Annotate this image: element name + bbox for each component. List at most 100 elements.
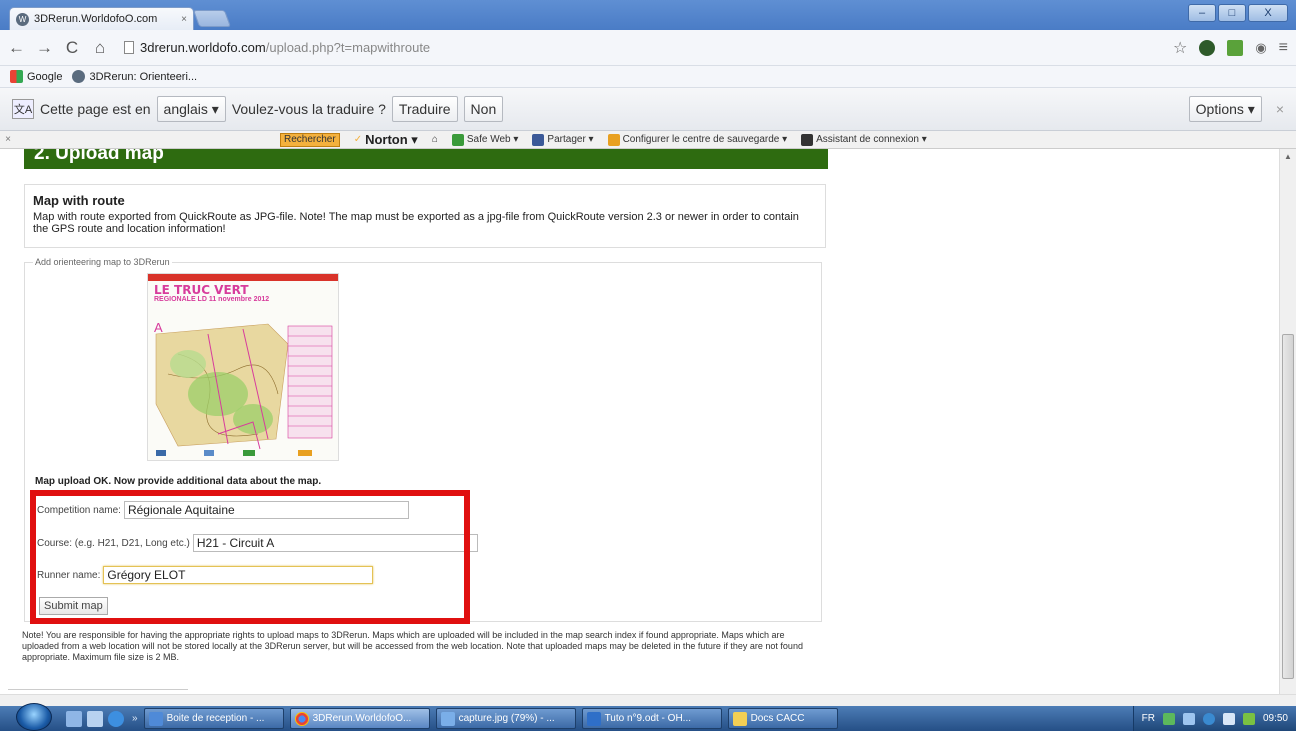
norton-backup[interactable]: Configurer le centre de sauvegarde ▾ [607,133,788,146]
competition-row: Competition name: [37,501,409,519]
norton-login-assistant[interactable]: Assistant de connexion ▾ [801,133,927,146]
maximize-button[interactable]: □ [1218,4,1246,22]
translate-options-button[interactable]: Options ▾ [1188,96,1262,122]
scroll-thumb[interactable] [1282,334,1294,679]
home-icon[interactable]: ⌂ [92,38,108,58]
divider [8,689,188,690]
login-assistant-icon [801,133,814,146]
clock[interactable]: 09:50 [1263,713,1288,724]
show-desktop-icon[interactable] [66,710,82,727]
folder-icon [732,711,747,726]
runner-row: Runner name: [37,566,374,584]
bookmarks-bar: Google 3DRerun: Orienteeri... [0,66,1296,88]
quick-launch-chevron-icon[interactable]: » [132,713,138,724]
norton-home-icon[interactable]: ⌂ [432,134,438,145]
task-chrome[interactable]: 3DRerun.WorldofoO... [289,708,430,729]
runner-name-input[interactable] [103,566,374,584]
info-text: Map with route exported from QuickRoute … [33,211,799,235]
minimize-button[interactable]: – [1188,4,1216,22]
start-button[interactable] [16,702,52,731]
vertical-scrollbar[interactable]: ▲ [1279,149,1296,694]
facebook-icon [532,133,545,146]
horizontal-scrollbar-track [0,694,1296,706]
course-row: Course: (e.g. H21, D21, Long etc.) [37,534,478,552]
bookmark-label: Google [27,70,63,83]
windows-taskbar: » Boite de reception - ... 3DRerun.World… [0,702,1296,731]
info-title: Map with route [33,193,125,208]
language-select[interactable]: anglais ▾ [156,96,226,122]
bookmark-label: 3DRerun: Orienteeri... [89,70,198,83]
chrome-icon [294,711,309,726]
task-label: capture.jpg (79%) - ... [458,713,555,724]
task-label: Tuto n°9.odt - OH... [604,713,692,724]
mail-icon [148,711,163,726]
quick-launch [66,710,124,727]
language-indicator[interactable]: FR [1142,713,1155,724]
course-input[interactable] [192,534,478,552]
bookmark-google[interactable]: Google [10,70,62,83]
extension-eye-icon[interactable]: ◉ [1255,40,1266,56]
backup-label: Configurer le centre de sauvegarde ▾ [622,134,788,145]
tray-security-icon[interactable] [1242,712,1255,725]
translate-prefix: Cette page est en [40,101,151,117]
share-label: Partager ▾ [547,134,594,145]
tray-app-icon[interactable] [1162,712,1175,725]
internet-explorer-icon[interactable] [108,710,124,727]
submit-map-button[interactable]: Submit map [39,597,108,615]
extension-green-icon[interactable] [1227,39,1244,56]
extension-globe-icon[interactable] [1199,39,1216,56]
task-label: Boite de reception - ... [166,713,265,724]
task-folder[interactable]: Docs CACC [727,708,838,729]
upload-fieldset: Add orienteering map to 3DRerun LE TRUC … [24,257,822,622]
norton-brand-menu[interactable]: ✓ Norton ▾ [354,132,418,148]
window-controls: – □ X [1188,4,1288,22]
tray-volume-icon[interactable] [1222,712,1235,725]
switch-windows-icon[interactable] [87,710,103,727]
url-path: /upload.php?t=mapwithroute [265,40,431,55]
tray-update-icon[interactable] [1202,712,1215,725]
competition-label: Competition name: [37,504,121,516]
writer-icon [586,711,601,726]
tray-network-icon[interactable] [1182,712,1195,725]
menu-icon[interactable]: ≡ [1279,39,1288,57]
worldofo-favicon-icon: W [16,12,29,26]
info-box: Map with route Map with route exported f… [24,184,826,248]
norton-safe-web[interactable]: Safe Web ▾ [451,133,519,146]
norton-close-icon[interactable]: × [0,134,16,145]
image-viewer-icon [440,711,455,726]
toolbar-extensions: ☆ ◉ ≡ [1173,38,1288,58]
safe-web-label: Safe Web ▾ [466,134,519,145]
orienteering-map-image [155,323,333,456]
translate-question: Voulez-vous la traduire ? [231,101,386,117]
system-tray: FR 09:50 [1132,706,1296,731]
task-image-viewer[interactable]: capture.jpg (79%) - ... [435,708,576,729]
task-writer[interactable]: Tuto n°9.odt - OH... [581,708,722,729]
reload-icon[interactable]: C [64,38,80,58]
back-arrow-icon[interactable]: ← [8,38,25,58]
login-label: Assistant de connexion ▾ [816,134,927,145]
note-text: Note! You are responsible for having the… [22,630,803,662]
norton-toolbar: × Rechercher ✓ Norton ▾ ⌂ Safe Web ▾ Par… [0,131,1296,149]
task-outlook[interactable]: Boite de reception - ... [143,708,284,729]
new-tab-button[interactable] [192,10,232,27]
forward-arrow-icon[interactable]: → [36,38,53,58]
google-apps-icon [10,70,23,83]
norton-search-button[interactable]: Rechercher [280,132,340,147]
address-bar[interactable]: 3drerun.worldofo.com/upload.php?t=mapwit… [120,35,1161,61]
competition-name-input[interactable] [123,501,409,519]
runner-label: Runner name: [37,569,101,581]
norton-share[interactable]: Partager ▾ [532,133,594,146]
tab-close-icon[interactable]: × [181,14,187,25]
tab-3drerun[interactable]: W 3DRerun.WorldofoO.com × [9,7,194,30]
scroll-up-arrow-icon[interactable]: ▲ [1280,149,1296,165]
no-translate-button[interactable]: Non [463,96,504,122]
star-bookmark-icon[interactable]: ☆ [1173,38,1187,58]
close-infobar-icon[interactable]: × [1276,101,1284,117]
translate-button[interactable]: Traduire [391,96,458,122]
browser-toolbar: ← → C ⌂ 3drerun.worldofo.com/upload.php?… [0,30,1296,66]
upload-ok-message: Map upload OK. Now provide additional da… [35,476,322,487]
close-window-button[interactable]: X [1248,4,1288,22]
tab-title: 3DRerun.WorldofoO.com [34,13,158,25]
bookmark-3drerun[interactable]: 3DRerun: Orienteeri... [72,70,197,83]
page-viewport: 2. Upload map Map with route Map with ro… [0,149,1279,694]
